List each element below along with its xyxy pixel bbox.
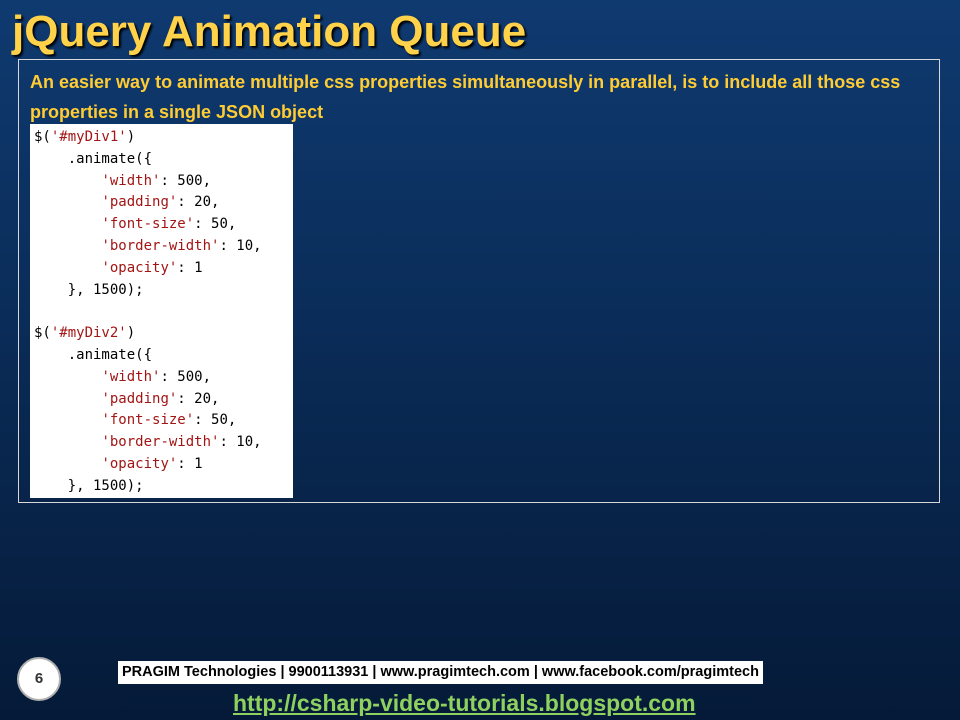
code-token: : 10, bbox=[219, 434, 262, 451]
code-string-token: 'width' bbox=[101, 172, 161, 189]
code-line: .animate({ bbox=[34, 345, 293, 367]
slide-title: jQuery Animation Queue bbox=[12, 7, 527, 56]
code-token: : 500, bbox=[160, 172, 212, 189]
page-number: 6 bbox=[17, 657, 61, 701]
code-token: ) bbox=[126, 325, 136, 342]
code-token: }, 1500); bbox=[34, 477, 144, 494]
code-line: }, 1500); bbox=[34, 476, 293, 498]
code-token: : 1 bbox=[177, 259, 203, 276]
code-string-token: '#myDiv2' bbox=[50, 325, 127, 342]
code-token: : 500, bbox=[160, 368, 212, 385]
code-token: : 20, bbox=[177, 390, 220, 407]
code-token: }, 1500); bbox=[34, 281, 144, 298]
code-token: : 50, bbox=[194, 216, 237, 233]
code-line: 'font-size': 50, bbox=[34, 214, 293, 236]
code-line: $('#myDiv1') bbox=[34, 127, 293, 149]
code-string-token: '#myDiv1' bbox=[50, 129, 127, 145]
code-token: ) bbox=[126, 129, 136, 145]
code-string-token: 'width' bbox=[101, 368, 161, 385]
code-token: : 50, bbox=[194, 412, 237, 429]
code-line: 'opacity': 1 bbox=[34, 454, 293, 476]
code-line: 'padding': 20, bbox=[34, 389, 293, 411]
code-token: $( bbox=[34, 325, 51, 342]
code-string-token: 'opacity' bbox=[101, 259, 178, 276]
code-string-token: 'border-width' bbox=[101, 237, 220, 254]
code-line: 'border-width': 10, bbox=[34, 432, 293, 454]
blog-link[interactable]: http://csharp-video-tutorials.blogspot.c… bbox=[233, 689, 696, 717]
code-string-token: 'font-size' bbox=[101, 216, 195, 233]
code-string-token: 'font-size' bbox=[101, 412, 195, 429]
code-token: .animate({ bbox=[34, 150, 153, 167]
code-token: : 20, bbox=[177, 194, 220, 211]
content-box: An easier way to animate multiple css pr… bbox=[18, 59, 940, 503]
code-string-token: 'opacity' bbox=[101, 455, 178, 472]
code-token: : 10, bbox=[219, 237, 262, 254]
code-line: $('#myDiv2') bbox=[34, 323, 293, 345]
code-token: : 1 bbox=[177, 455, 203, 472]
code-line: 'width': 500, bbox=[34, 367, 293, 389]
code-snippet: $('#myDiv1') .animate({ 'width': 500, 'p… bbox=[30, 124, 293, 498]
code-line: 'opacity': 1 bbox=[34, 258, 293, 280]
code-token: .animate({ bbox=[34, 346, 153, 363]
code-line: }, 1500); bbox=[34, 280, 293, 302]
code-line: .animate({ bbox=[34, 149, 293, 171]
code-line: 'padding': 20, bbox=[34, 192, 293, 214]
intro-text: An easier way to animate multiple css pr… bbox=[30, 72, 901, 122]
code-token: $( bbox=[34, 129, 51, 145]
code-string-token: 'border-width' bbox=[101, 434, 220, 451]
code-string-token: 'padding' bbox=[101, 194, 178, 211]
footer-contact-bar: PRAGIM Technologies | 9900113931 | www.p… bbox=[118, 661, 763, 684]
code-line: 'width': 500, bbox=[34, 171, 293, 193]
code-line: 'border-width': 10, bbox=[34, 236, 293, 258]
code-string-token: 'padding' bbox=[101, 390, 178, 407]
code-line: 'font-size': 50, bbox=[34, 410, 293, 432]
